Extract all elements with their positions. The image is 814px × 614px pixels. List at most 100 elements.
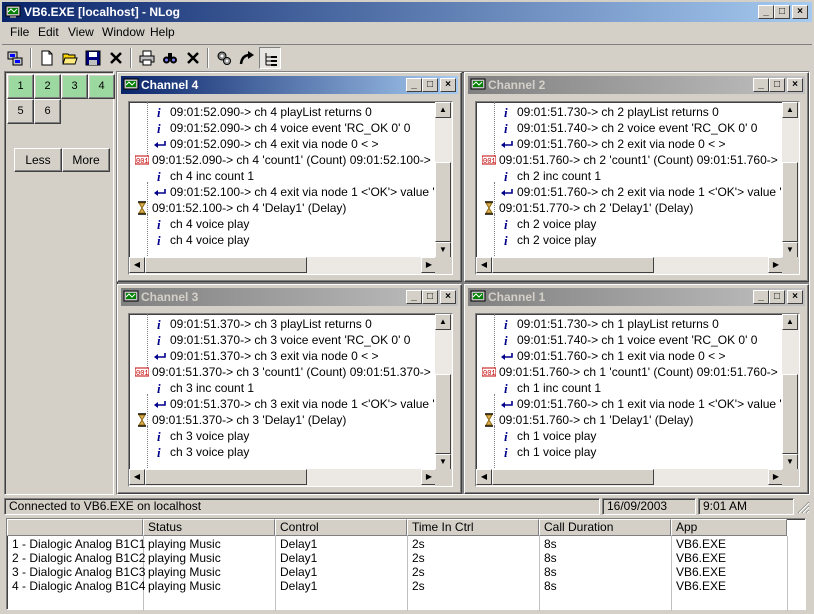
log-line[interactable]: 001 09:01:52.090-> ch 4 'count1' (Count) … (129, 152, 434, 168)
app-monitor-icon[interactable] (5, 4, 21, 20)
less-button[interactable]: Less (14, 148, 62, 172)
log-line[interactable]: 09:01:51.370-> ch 3 'Delay1' (Delay) (129, 412, 434, 428)
log-line[interactable]: 09:01:51.370-> ch 3 exit via node 1 <'OK… (129, 396, 434, 412)
menu-file[interactable]: File (10, 25, 29, 39)
find-button[interactable] (159, 47, 181, 69)
log-line[interactable]: i ch 3 voice play (129, 428, 434, 444)
horizontal-scrollbar[interactable]: ◀ ▶ (129, 257, 437, 274)
scroll-down-arrow-icon[interactable]: ▼ (782, 242, 798, 258)
log-line[interactable]: i ch 4 inc count 1 (129, 168, 434, 184)
channel-2-button[interactable]: 2 (34, 74, 61, 99)
log-line[interactable]: i ch 3 voice play (129, 444, 434, 460)
channel-close-button[interactable]: × (440, 290, 456, 304)
channel-log-tree[interactable]: i 09:01:51.730-> ch 2 playList returns 0i… (475, 101, 800, 275)
table-row[interactable]: 4 - Dialogic Analog B1C4 playing Music Del… (7, 579, 787, 593)
channel-window-caption[interactable]: Channel 2 _ □ × (468, 76, 805, 94)
log-line[interactable]: 09:01:52.090-> ch 4 exit via node 0 < > (129, 136, 434, 152)
grid-header-status[interactable]: Status (143, 519, 275, 536)
horizontal-scroll-thumb[interactable] (145, 469, 307, 485)
vertical-scrollbar[interactable]: ▲ ▼ (782, 314, 799, 470)
vertical-scroll-thumb[interactable] (782, 374, 798, 454)
log-line[interactable]: i 09:01:51.740-> ch 1 voice event 'RC_OK … (476, 332, 781, 348)
scroll-left-arrow-icon[interactable]: ◀ (129, 257, 145, 273)
tree-view-button[interactable] (259, 47, 281, 69)
channel-maximize-button[interactable]: □ (769, 290, 785, 304)
new-button[interactable] (36, 47, 58, 69)
channel-monitor-icon[interactable] (123, 289, 139, 308)
log-line[interactable]: 09:01:51.760-> ch 1 exit via node 1 <'OK… (476, 396, 781, 412)
main-title-bar[interactable]: VB6.EXE [localhost] - NLog _ □ × (2, 2, 812, 22)
vertical-scroll-thumb[interactable] (435, 162, 451, 242)
channel-4-window[interactable]: Channel 4 _ □ × i 09:01:52.090-> ch 4 playLis… (117, 72, 462, 282)
horizontal-scrollbar[interactable]: ◀ ▶ (476, 257, 784, 274)
log-line[interactable]: i 09:01:51.730-> ch 1 playList returns 0 (476, 316, 781, 332)
log-line[interactable]: i ch 3 inc count 1 (129, 380, 434, 396)
more-button[interactable]: More (62, 148, 110, 172)
log-line[interactable]: i 09:01:52.090-> ch 4 voice event 'RC_OK … (129, 120, 434, 136)
channel-minimize-button[interactable]: _ (753, 78, 769, 92)
table-row[interactable]: 2 - Dialogic Analog B1C2 playing Music Del… (7, 551, 787, 565)
channel-status-grid[interactable]: Status Control Time In Ctrl Call Duratio… (6, 518, 806, 611)
channel-window-caption[interactable]: Channel 1 _ □ × (468, 288, 805, 306)
log-line[interactable]: 001 09:01:51.370-> ch 3 'count1' (Count) … (129, 364, 434, 380)
log-line[interactable]: i ch 1 voice play (476, 428, 781, 444)
channel-1-window[interactable]: Channel 1 _ □ × i 09:01:51.730-> ch 1 playLis… (464, 284, 809, 494)
scroll-up-arrow-icon[interactable]: ▲ (782, 102, 798, 118)
horizontal-scroll-thumb[interactable] (145, 257, 307, 273)
redo-button[interactable] (236, 47, 258, 69)
horizontal-scrollbar[interactable]: ◀ ▶ (476, 469, 784, 486)
channel-window-caption[interactable]: Channel 3 _ □ × (121, 288, 458, 306)
menu-view[interactable]: View (68, 25, 94, 39)
channel-maximize-button[interactable]: □ (769, 78, 785, 92)
channel-3-button[interactable]: 3 (61, 74, 88, 99)
log-line[interactable]: i 09:01:52.090-> ch 4 playList returns 0 (129, 104, 434, 120)
horizontal-scroll-thumb[interactable] (492, 469, 654, 485)
log-line[interactable]: i ch 1 inc count 1 (476, 380, 781, 396)
delete-button[interactable] (182, 47, 204, 69)
log-line[interactable]: 09:01:51.760-> ch 2 exit via node 1 <'OK… (476, 184, 781, 200)
log-line[interactable]: 09:01:51.760-> ch 2 exit via node 0 < > (476, 136, 781, 152)
grid-header-call-duration[interactable]: Call Duration (539, 519, 671, 536)
channel-monitor-icon[interactable] (123, 77, 139, 96)
channel-maximize-button[interactable]: □ (422, 290, 438, 304)
horizontal-scroll-thumb[interactable] (492, 257, 654, 273)
save-button[interactable] (82, 47, 104, 69)
scroll-down-arrow-icon[interactable]: ▼ (435, 454, 451, 470)
table-row[interactable]: 1 - Dialogic Analog B1C1 playing Music Del… (7, 537, 787, 551)
channel-log-tree[interactable]: i 09:01:52.090-> ch 4 playList returns 0i… (128, 101, 453, 275)
connect-button[interactable] (4, 47, 26, 69)
channel-log-tree[interactable]: i 09:01:51.730-> ch 1 playList returns 0i… (475, 313, 800, 487)
channel-maximize-button[interactable]: □ (422, 78, 438, 92)
log-line[interactable]: 09:01:51.760-> ch 1 exit via node 0 < > (476, 348, 781, 364)
channel-2-window[interactable]: Channel 2 _ □ × i 09:01:51.730-> ch 2 playLis… (464, 72, 809, 282)
channel-monitor-icon[interactable] (470, 289, 486, 308)
scroll-left-arrow-icon[interactable]: ◀ (476, 257, 492, 273)
scroll-up-arrow-icon[interactable]: ▲ (782, 314, 798, 330)
scroll-down-arrow-icon[interactable]: ▼ (782, 454, 798, 470)
menu-edit[interactable]: Edit (38, 25, 59, 39)
log-line[interactable]: 09:01:52.100-> ch 4 'Delay1' (Delay) (129, 200, 434, 216)
open-button[interactable] (59, 47, 81, 69)
grid-header-channel[interactable] (7, 519, 143, 536)
log-line[interactable]: 09:01:51.370-> ch 3 exit via node 0 < > (129, 348, 434, 364)
vertical-scrollbar[interactable]: ▲ ▼ (782, 102, 799, 258)
grid-header-time-in-ctrl[interactable]: Time In Ctrl (407, 519, 539, 536)
log-line[interactable]: 09:01:51.770-> ch 2 'Delay1' (Delay) (476, 200, 781, 216)
log-line[interactable]: i ch 2 voice play (476, 216, 781, 232)
vertical-scroll-thumb[interactable] (782, 162, 798, 242)
table-row[interactable]: 3 - Dialogic Analog B1C3 playing Music Del… (7, 565, 787, 579)
channel-monitor-icon[interactable] (470, 77, 486, 96)
grid-header-app[interactable]: App (671, 519, 787, 536)
channel-close-button[interactable]: × (787, 290, 803, 304)
log-line[interactable]: i ch 4 voice play (129, 232, 434, 248)
size-grip-icon[interactable] (797, 501, 810, 514)
scroll-up-arrow-icon[interactable]: ▲ (435, 314, 451, 330)
menu-help[interactable]: Help (150, 25, 175, 39)
log-line[interactable]: i 09:01:51.740-> ch 2 voice event 'RC_OK … (476, 120, 781, 136)
scroll-up-arrow-icon[interactable]: ▲ (435, 102, 451, 118)
vertical-scrollbar[interactable]: ▲ ▼ (435, 314, 452, 470)
menu-window[interactable]: Window (102, 25, 145, 39)
maximize-button[interactable]: □ (774, 5, 790, 19)
log-line[interactable]: i 09:01:51.370-> ch 3 playList returns 0 (129, 316, 434, 332)
print-button[interactable] (136, 47, 158, 69)
